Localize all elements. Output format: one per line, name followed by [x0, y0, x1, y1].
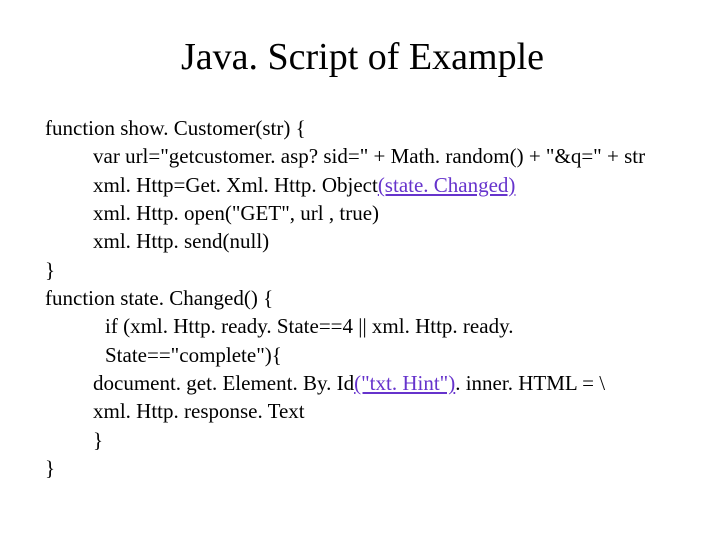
code-text: document. get. Element. By. Id — [93, 371, 354, 395]
code-line: xml. Http=Get. Xml. Http. Object(state. … — [45, 171, 680, 199]
code-line: } — [45, 426, 680, 454]
code-line: xml. Http. response. Text — [45, 397, 680, 425]
code-text: . inner. HTML = \ — [455, 371, 605, 395]
slide: Java. Script of Example function show. C… — [0, 0, 720, 540]
code-line: } — [45, 256, 680, 284]
code-line: var url="getcustomer. asp? sid=" + Math.… — [45, 142, 680, 170]
callback-reference: (state. Changed) — [378, 173, 516, 197]
code-line: function show. Customer(str) { — [45, 114, 680, 142]
code-line: } — [45, 454, 680, 482]
code-line: if (xml. Http. ready. State==4 || xml. H… — [45, 312, 680, 369]
code-line: document. get. Element. By. Id("txt. Hin… — [45, 369, 680, 397]
code-text: xml. Http=Get. Xml. Http. Object — [93, 173, 378, 197]
string-argument: ("txt. Hint") — [354, 371, 455, 395]
code-line: xml. Http. send(null) — [45, 227, 680, 255]
slide-title: Java. Script of Example — [45, 35, 680, 79]
code-line: function state. Changed() { — [45, 284, 680, 312]
code-block: function show. Customer(str) { var url="… — [45, 114, 680, 482]
code-line: xml. Http. open("GET", url , true) — [45, 199, 680, 227]
